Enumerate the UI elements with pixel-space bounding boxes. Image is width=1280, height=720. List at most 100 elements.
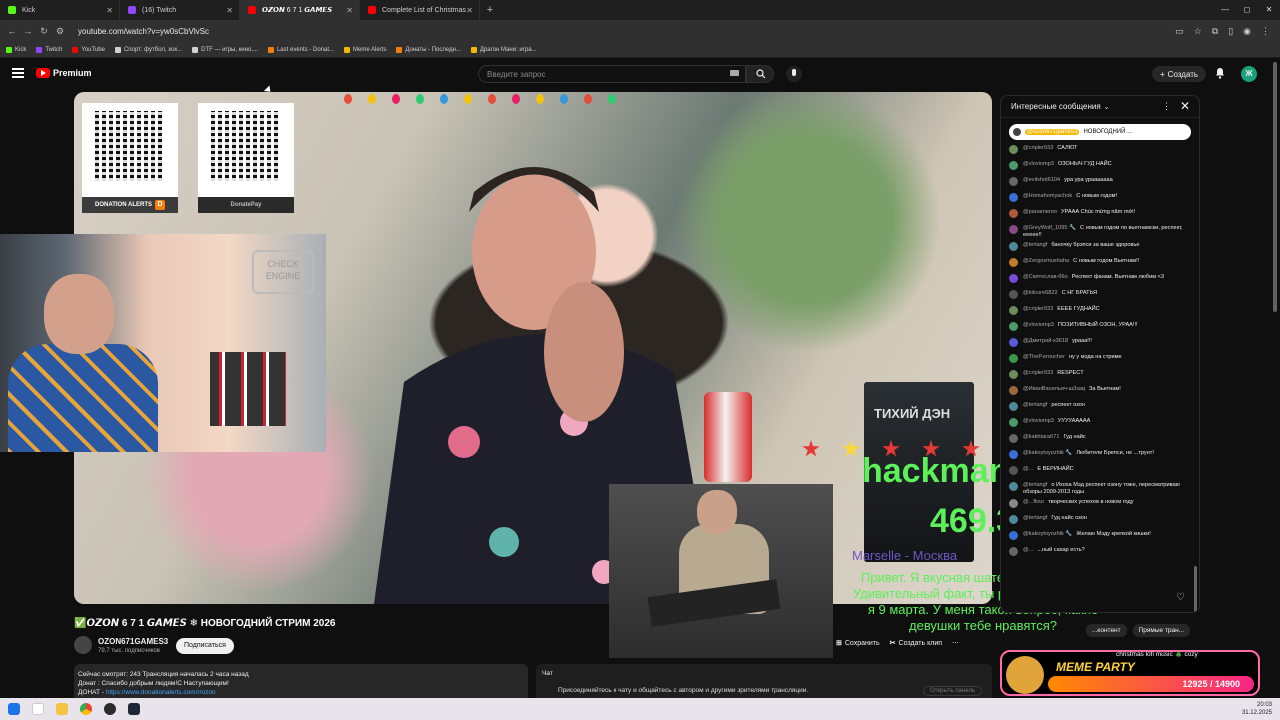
chat-message[interactable]: @cripler933 RESPECT <box>1009 367 1191 383</box>
menu-dots-icon[interactable]: ⋮ <box>1261 26 1270 37</box>
chat-username[interactable]: @...flour <box>1023 499 1044 505</box>
chat-message[interactable]: @vloviomp3 ОЗОНЫЧ ГУД НАЙС <box>1009 158 1191 174</box>
bookmark-meme-alerts[interactable]: Meme Alerts <box>344 46 386 53</box>
reload-icon[interactable]: ↻ <box>36 26 52 37</box>
chat-message[interactable]: @ИванВасильич-ш3заq За Вьетнам! <box>1009 383 1191 399</box>
chat-username[interactable]: @... <box>1023 547 1033 553</box>
bookmark-dragon[interactable]: Драгон Мани: игра... <box>470 46 537 53</box>
chat-message[interactable]: @Homahomyachok С новым годом! <box>1009 190 1191 206</box>
chat-message[interactable]: @terlangf Гуд найс озон <box>1009 512 1191 528</box>
search-button[interactable] <box>746 65 774 83</box>
more-actions-button[interactable]: ⋯ <box>952 639 959 647</box>
chat-username[interactable]: @panameroo <box>1023 209 1057 215</box>
chat-username[interactable]: @ИванВасильич-ш3заq <box>1023 386 1085 392</box>
create-button[interactable]: + Создать <box>1152 66 1207 82</box>
page-scrollbar[interactable] <box>1273 62 1277 312</box>
bell-icon[interactable] <box>1214 67 1226 79</box>
chrome-icon[interactable] <box>80 703 92 715</box>
more-icon[interactable]: ⋮ <box>1162 101 1171 112</box>
chat-message[interactable]: @Дмитрий-к3618 урааа!!! <box>1009 335 1191 351</box>
close-window-icon[interactable]: ✕ <box>1258 0 1280 20</box>
windows-start-icon[interactable] <box>8 703 20 715</box>
chat-username[interactable]: @kakhtara671 <box>1023 434 1059 440</box>
clip-button[interactable]: ✂ Создать клип <box>890 639 942 648</box>
chat-message[interactable]: @terlangf респект озон <box>1009 399 1191 415</box>
sidepanel-icon[interactable]: ▯ <box>1228 26 1233 37</box>
chat-username[interactable]: @terlangf <box>1023 242 1047 248</box>
microphone-icon[interactable] <box>786 66 802 82</box>
minimize-icon[interactable]: — <box>1214 0 1236 20</box>
youtube-logo[interactable]: Premium <box>36 68 92 78</box>
chat-username[interactable]: @cripler933 <box>1023 370 1053 376</box>
close-icon[interactable]: ✕ <box>1180 99 1190 113</box>
system-clock[interactable]: 20:03 31.12.2025 <box>1242 701 1272 717</box>
steam-icon[interactable] <box>128 703 140 715</box>
forward-icon[interactable]: → <box>20 26 36 36</box>
site-info-icon[interactable]: ⚙ <box>52 26 68 37</box>
chat-message[interactable]: @kakoytoyozhik 🔧 Любители Брепси, не ...т… <box>1009 447 1191 463</box>
chip[interactable]: ...контент <box>1086 624 1127 637</box>
folder-icon[interactable] <box>56 703 68 715</box>
chat-message[interactable]: @kitcore6822 С НГ БРАТЬЯ <box>1009 287 1191 303</box>
profile-icon[interactable]: ◉ <box>1243 26 1251 37</box>
chat-username[interactable]: @Святослав-б6о <box>1023 274 1068 280</box>
subscribe-button[interactable]: Подписаться <box>176 638 234 654</box>
chat-username[interactable]: @cripler933 <box>1023 145 1053 151</box>
bookmark-sport[interactable]: Спорт: футбол, хок... <box>114 46 182 53</box>
heart-icon[interactable]: ♡ <box>1176 592 1185 603</box>
chat-message[interactable]: @vloviomp3 ПОЗИТИВНЫЙ ОЗОН, УРАА!!! <box>1009 319 1191 335</box>
menu-icon[interactable] <box>12 68 24 78</box>
keyboard-icon[interactable] <box>730 70 739 76</box>
chat-username[interactable]: @terlangf <box>1023 482 1047 488</box>
bookmark-dtf[interactable]: DTF — игры, кино,... <box>192 46 258 53</box>
chat-message[interactable]: @...flour творческих успехов в новом году <box>1009 496 1191 512</box>
close-icon[interactable]: ✕ <box>346 6 353 15</box>
chat-username[interactable]: @terlangf <box>1023 515 1047 521</box>
yandex-icon[interactable] <box>32 703 44 715</box>
bookmark-last-events[interactable]: Last events - Donat... <box>267 46 334 53</box>
chat-username[interactable]: @vloviomp3 <box>1023 322 1054 328</box>
bookmark-donaty[interactable]: Донаты - Последн... <box>396 46 461 53</box>
chat-message[interactable]: @cripler933 САЛЮТ <box>1009 142 1191 158</box>
chevron-down-icon[interactable]: ⌄ <box>1104 103 1110 111</box>
bookmark-kick[interactable]: Kick <box>6 46 26 53</box>
chat-message[interactable]: @terlangf баночку брэпси за ваше здоровье <box>1009 239 1191 255</box>
chat-message[interactable]: @kakhtara671 Гуд найс <box>1009 431 1191 447</box>
tab-twitch[interactable]: (16) Twitch ✕ <box>120 0 240 20</box>
chat-message[interactable]: @vloviomp3 УУУУААААА <box>1009 415 1191 431</box>
chat-username[interactable]: @Zergosmushaha <box>1023 258 1069 264</box>
chat-message[interactable]: @cripler933 ЕЕЕЕ ГУДНАЙС <box>1009 303 1191 319</box>
maximize-icon[interactable]: ◻ <box>1236 0 1258 20</box>
url-field[interactable]: youtube.com/watch?v=yw0sCbVlvSc <box>78 27 209 36</box>
chat-username[interactable]: @GreyWolf_1095 🔧 <box>1023 225 1076 231</box>
chat-message[interactable]: @evilshot6104 ура ура урааааааа <box>1009 174 1191 190</box>
channel-name[interactable]: OZON671GAMES3 <box>98 637 168 646</box>
chat-username[interactable]: @... <box>1023 466 1033 472</box>
chat-message[interactable]: @terlangf о Ихоха Мэд респект озону тоже,… <box>1009 479 1191 496</box>
open-chat-button[interactable]: Открыть панель <box>923 686 982 696</box>
tab-kick[interactable]: Kick ✕ <box>0 0 120 20</box>
chat-message[interactable]: @... Е ВЕРИНАЙС <box>1009 463 1191 479</box>
channel-avatar[interactable] <box>74 636 92 654</box>
chat-username[interactable]: @vloviomp3 <box>1023 161 1054 167</box>
chat-username[interactable]: @kakoytoyozhik 🔧 <box>1023 531 1072 537</box>
close-icon[interactable]: ✕ <box>226 6 233 15</box>
close-icon[interactable]: ✕ <box>466 6 473 15</box>
chat-message[interactable]: @GreyWolf_1095 🔧 С новым годом по вьетнам… <box>1009 222 1191 239</box>
cast-icon[interactable]: ▭ <box>1175 26 1184 37</box>
chat-message[interactable]: @Святослав-б6о Респект фанам. Вьетнам люб… <box>1009 271 1191 287</box>
back-icon[interactable]: ← <box>4 26 20 36</box>
chat-message[interactable]: @... ...ный сахар есть? <box>1009 544 1191 560</box>
chat-username[interactable]: @evilshot6104 <box>1023 177 1060 183</box>
account-avatar[interactable]: Ж <box>1241 66 1257 82</box>
chat-mode-dropdown[interactable]: Интересные сообщения <box>1011 102 1101 111</box>
chat-message[interactable]: @TheP.eroucher ну у мэда на стриме <box>1009 351 1191 367</box>
new-tab-button[interactable]: + <box>480 4 500 16</box>
chat-scrollbar[interactable] <box>1194 566 1197 612</box>
obs-icon[interactable] <box>104 703 116 715</box>
chat-message[interactable]: @Zergosmushaha С новым годом Вьетнам!! <box>1009 255 1191 271</box>
search-input[interactable]: Введите запрос <box>478 65 746 83</box>
close-icon[interactable]: ✕ <box>106 6 113 15</box>
chat-username[interactable]: @Дмитрий-к3618 <box>1023 338 1068 344</box>
chat-username[interactable]: @terlangf <box>1023 402 1047 408</box>
